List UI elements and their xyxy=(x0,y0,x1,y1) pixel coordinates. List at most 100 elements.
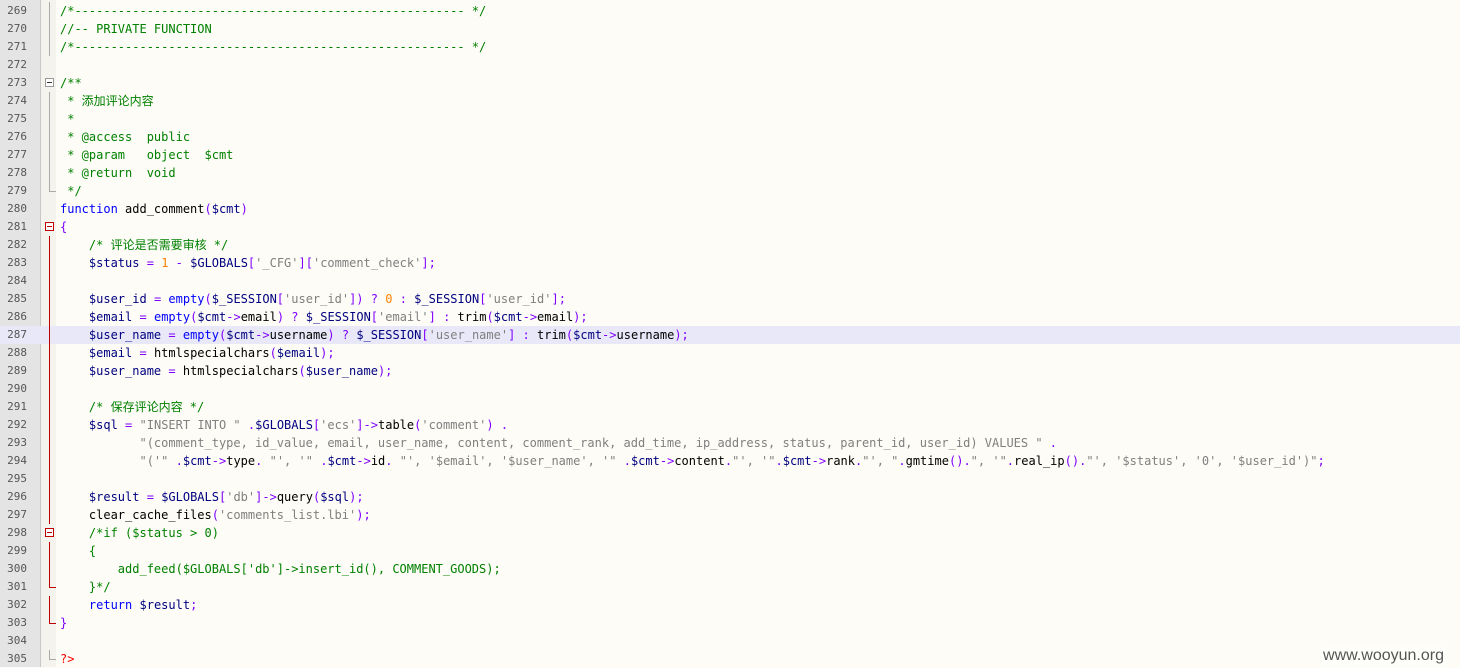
line-number: 293 xyxy=(7,436,27,449)
fold-guide xyxy=(49,470,50,488)
code-line[interactable]: 299 { xyxy=(0,542,1460,560)
line-number: 292 xyxy=(7,418,27,431)
code-line[interactable]: 272 xyxy=(0,56,1460,74)
line-number: 289 xyxy=(7,364,27,377)
code-line[interactable]: 304 xyxy=(0,632,1460,650)
fold-guide xyxy=(49,38,50,56)
code-line[interactable]: 301 }*/ xyxy=(0,578,1460,596)
code-line[interactable]: 285 $user_id = empty($_SESSION['user_id'… xyxy=(0,290,1460,308)
line-text: return $result; xyxy=(88,598,198,612)
code-line[interactable]: 276 * @access public xyxy=(0,128,1460,146)
code-line[interactable]: 277 * @param object $cmt xyxy=(0,146,1460,164)
code-line[interactable]: 284 xyxy=(0,272,1460,290)
line-text: /*--------------------------------------… xyxy=(60,40,487,54)
line-number: 270 xyxy=(7,22,27,35)
fold-guide xyxy=(49,380,50,398)
line-text: $status = 1 - $GLOBALS['_CFG']['comment_… xyxy=(88,256,436,270)
fold-end-marker xyxy=(49,182,56,192)
code-line[interactable]: 278 * @return void xyxy=(0,164,1460,182)
code-line[interactable]: 290 xyxy=(0,380,1460,398)
line-text: /** xyxy=(60,76,82,90)
code-line[interactable]: 295 xyxy=(0,470,1460,488)
code-line[interactable]: 280 function add_comment($cmt) xyxy=(0,200,1460,218)
watermark: www.wooyun.org xyxy=(1321,647,1446,665)
line-text: "(comment_type, id_value, email, user_na… xyxy=(139,436,1058,450)
line-text: clear_cache_files('comments_list.lbi'); xyxy=(60,508,371,522)
fold-guide xyxy=(49,542,50,560)
code-line[interactable]: 288 $email = htmlspecialchars($email); xyxy=(0,344,1460,362)
code-line[interactable]: 271 /*-----------------------------------… xyxy=(0,38,1460,56)
line-number: 274 xyxy=(7,94,27,107)
line-text: /*if ($status > 0) xyxy=(60,526,219,540)
code-line[interactable]: 300 add_feed($GLOBALS['db']->insert_id()… xyxy=(0,560,1460,578)
code-line[interactable]: 297 clear_cache_files('comments_list.lbi… xyxy=(0,506,1460,524)
code-editor[interactable]: 269 /*-----------------------------------… xyxy=(0,0,1460,667)
line-text: $user_id = empty($_SESSION['user_id']) ?… xyxy=(88,292,566,306)
code-line[interactable]: 303} xyxy=(0,614,1460,632)
code-line[interactable]: 283 $status = 1 - $GLOBALS['_CFG']['comm… xyxy=(0,254,1460,272)
fold-toggle-icon[interactable] xyxy=(45,222,54,231)
line-text: $user_name = htmlspecialchars($user_name… xyxy=(88,364,393,378)
code-line[interactable]: 275 * xyxy=(0,110,1460,128)
line-number: 301 xyxy=(7,580,27,593)
fold-guide xyxy=(49,308,50,326)
fold-guide xyxy=(49,596,50,614)
line-text: add_feed($GLOBALS['db']->insert_id(), CO… xyxy=(60,562,501,576)
code-line[interactable]: 298 /*if ($status > 0) xyxy=(0,524,1460,542)
line-number: 280 xyxy=(7,202,27,215)
code-line[interactable]: 287 $user_name = empty($cmt->username) ?… xyxy=(0,326,1460,344)
line-text: $sql = "INSERT INTO " .$GLOBALS['ecs']->… xyxy=(88,418,509,432)
fold-toggle-icon[interactable] xyxy=(45,528,54,537)
fold-guide xyxy=(49,434,50,452)
code-line[interactable]: 273 /** xyxy=(0,74,1460,92)
code-line[interactable]: 270 //-- PRIVATE FUNCTION xyxy=(0,20,1460,38)
line-text: ?> xyxy=(60,652,75,666)
fold-guide xyxy=(49,128,50,146)
fold-guide xyxy=(49,146,50,164)
line-text: $result = $GLOBALS['db']->query($sql); xyxy=(88,490,364,504)
code-line[interactable]: 269 /*-----------------------------------… xyxy=(0,2,1460,20)
line-text: //-- PRIVATE FUNCTION xyxy=(60,22,212,36)
fold-guide xyxy=(49,326,50,344)
code-line[interactable]: 292 $sql = "INSERT INTO " .$GLOBALS['ecs… xyxy=(0,416,1460,434)
code-line[interactable]: 289 $user_name = htmlspecialchars($user_… xyxy=(0,362,1460,380)
fold-guide xyxy=(49,2,50,20)
code-line[interactable]: 291 /* 保存评论内容 */ xyxy=(0,398,1460,416)
code-line[interactable]: 274 * 添加评论内容 xyxy=(0,92,1460,110)
line-text: /* 评论是否需要审核 */ xyxy=(60,238,229,252)
line-number: 305 xyxy=(7,652,27,665)
fold-guide xyxy=(49,236,50,254)
line-number: 277 xyxy=(7,148,27,161)
line-text: * @return void xyxy=(60,166,176,180)
code-line[interactable]: 296 $result = $GLOBALS['db']->query($sql… xyxy=(0,488,1460,506)
line-number: 288 xyxy=(7,346,27,359)
fold-guide xyxy=(49,362,50,380)
fold-guide xyxy=(49,164,50,182)
line-number: 281 xyxy=(7,220,27,233)
fold-guide xyxy=(49,110,50,128)
code-line[interactable]: 293 "(comment_type, id_value, email, use… xyxy=(0,434,1460,452)
fold-end-marker xyxy=(49,578,56,588)
fold-guide xyxy=(49,506,50,524)
line-number: 287 xyxy=(7,328,27,341)
fold-guide xyxy=(49,398,50,416)
code-line[interactable]: 302 return $result; xyxy=(0,596,1460,614)
code-line[interactable]: 305 ?> xyxy=(0,650,1460,668)
code-line[interactable]: 286 $email = empty($cmt->email) ? $_SESS… xyxy=(0,308,1460,326)
code-area[interactable]: 269 /*-----------------------------------… xyxy=(0,2,1460,668)
line-number: 302 xyxy=(7,598,27,611)
code-line[interactable]: 281 { xyxy=(0,218,1460,236)
line-text: $email = empty($cmt->email) ? $_SESSION[… xyxy=(88,310,588,324)
fold-end-marker xyxy=(49,614,56,624)
code-line[interactable]: 294 "('" .$cmt->type. "', '" .$cmt->id. … xyxy=(0,452,1460,470)
line-number: 303 xyxy=(7,616,27,629)
fold-guide xyxy=(49,92,50,110)
fold-toggle-icon[interactable] xyxy=(45,78,54,87)
code-line[interactable]: 279 */ xyxy=(0,182,1460,200)
fold-guide xyxy=(49,290,50,308)
fold-guide xyxy=(49,416,50,434)
line-number: 285 xyxy=(7,292,27,305)
fold-guide xyxy=(49,20,50,38)
code-line[interactable]: 282 /* 评论是否需要审核 */ xyxy=(0,236,1460,254)
line-text: * @access public xyxy=(60,130,191,144)
